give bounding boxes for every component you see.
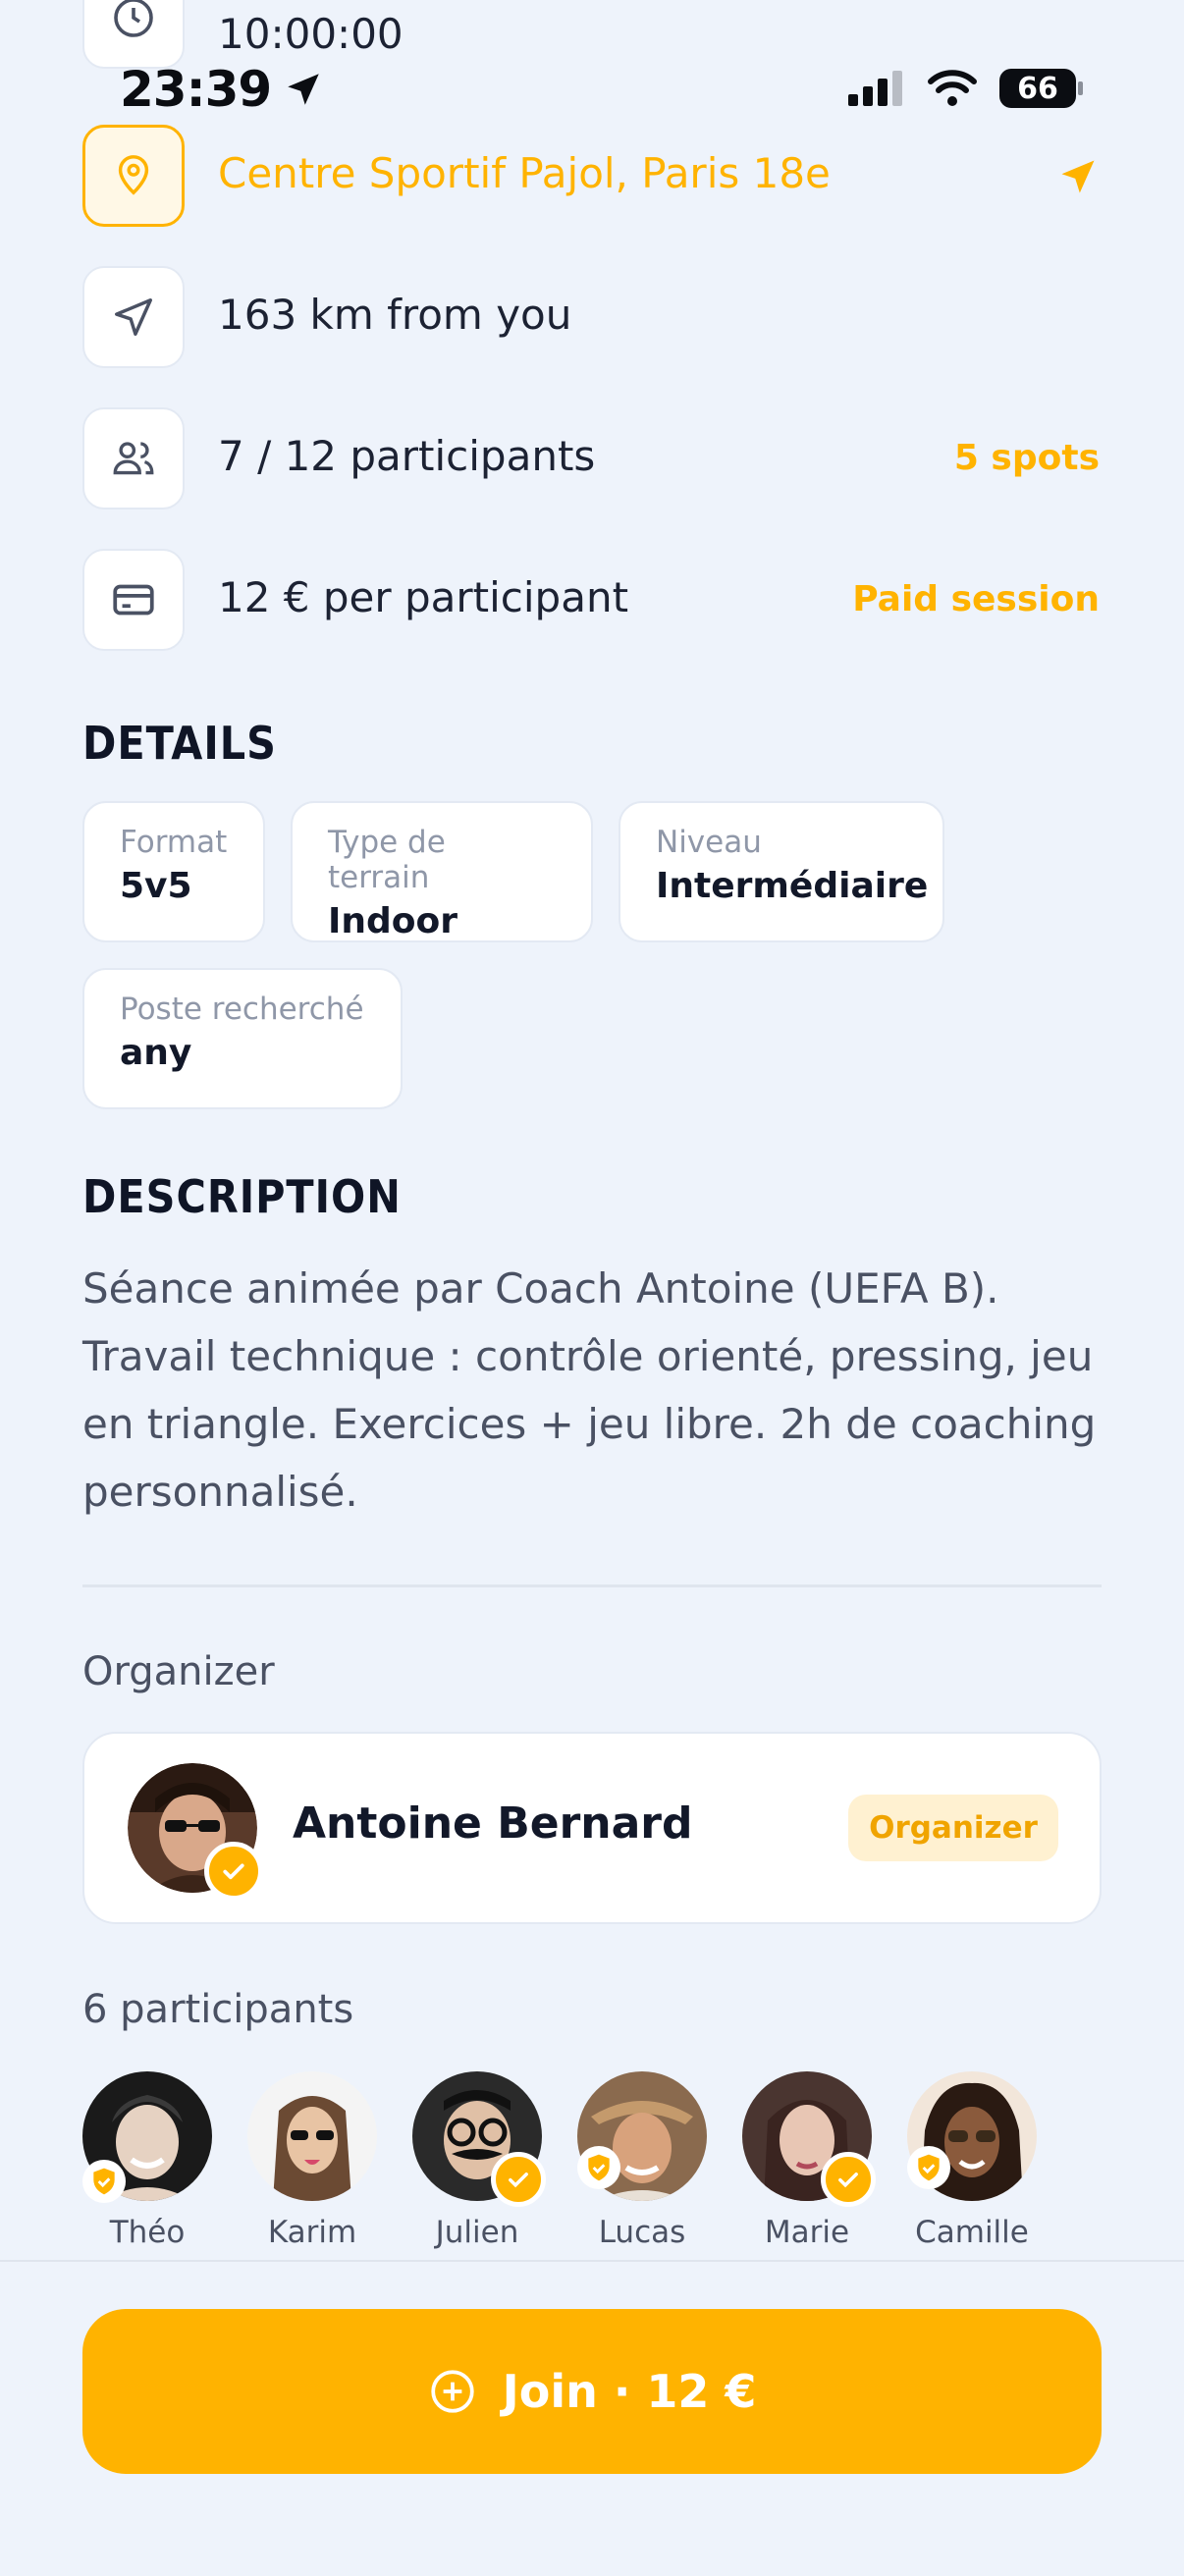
- participant-name: Julien: [435, 2215, 519, 2250]
- participant-item[interactable]: Karim: [247, 2071, 385, 2258]
- participant-name: Camille: [915, 2215, 1029, 2250]
- verified-badge: [204, 1842, 263, 1901]
- location-arrow-icon: [288, 74, 319, 105]
- check-icon: [223, 1863, 244, 1880]
- join-button-label: Join · 12 €: [502, 2365, 757, 2418]
- chip-label: Format: [120, 825, 228, 860]
- battery-level: 66: [1017, 71, 1058, 106]
- chip-label: Poste recherché: [120, 992, 364, 1027]
- price-text: 12 € per participant: [218, 573, 629, 621]
- navigate-icon[interactable]: [1056, 155, 1100, 198]
- chip-label: Niveau: [656, 825, 762, 860]
- location-pin-icon-box: [82, 125, 185, 227]
- chip-value: any: [120, 1033, 192, 1073]
- distance-text: 163 km from you: [218, 291, 572, 339]
- chip-label: Type de terrain: [328, 825, 446, 895]
- location-pin-icon: [118, 155, 149, 195]
- organizer-name: Antoine Bernard: [293, 1798, 693, 1849]
- status-indicators: 66: [848, 69, 1083, 108]
- section-divider: [82, 1584, 1102, 1587]
- participants-section-label: 6 participants: [82, 1987, 354, 2032]
- detail-chip-terrain: Type de terrain Indoor: [291, 801, 593, 942]
- verified-shield-icon: [93, 2168, 115, 2195]
- participant-name: Karim: [267, 2215, 357, 2250]
- participants-list: Théo Karim Julien Lucas Marie Camille: [82, 2071, 1103, 2258]
- participant-item[interactable]: Lucas: [577, 2071, 715, 2258]
- participants-icon-box: [82, 407, 185, 510]
- detail-chip-position: Poste recherché any: [82, 968, 403, 1109]
- check-icon: [509, 2173, 528, 2188]
- participant-name: Lucas: [598, 2215, 686, 2250]
- participant-name: Théo: [109, 2215, 186, 2250]
- join-button[interactable]: Join · 12 €: [82, 2309, 1102, 2474]
- participant-name: Marie: [764, 2215, 850, 2250]
- verified-shield-icon: [588, 2154, 610, 2181]
- wifi-icon: [928, 70, 977, 106]
- verified-badge: [491, 2152, 546, 2207]
- participant-avatar: [577, 2071, 707, 2201]
- battery-indicator: 66: [999, 69, 1083, 108]
- verified-badge: [577, 2146, 620, 2189]
- participant-avatar: [742, 2071, 876, 2207]
- description-heading: DESCRIPTION: [82, 1170, 402, 1223]
- organizer-avatar: [128, 1763, 263, 1901]
- clock-icon: [114, 0, 153, 37]
- organizer-badge: Organizer: [848, 1795, 1058, 1861]
- chip-value: Indoor: [328, 901, 458, 941]
- participant-item[interactable]: Théo: [82, 2071, 220, 2258]
- status-time-text: 23:39: [120, 61, 272, 118]
- participant-avatar: [247, 2071, 377, 2201]
- chip-value: 5v5: [120, 866, 192, 906]
- chip-value: Intermédiaire: [656, 866, 929, 906]
- participant-item[interactable]: Camille: [907, 2071, 1045, 2258]
- price-icon-box: [82, 549, 185, 651]
- paid-session-tag: Paid session: [852, 579, 1100, 619]
- verified-badge: [907, 2146, 950, 2189]
- users-icon: [113, 442, 154, 475]
- clock-icon-box: [82, 0, 185, 69]
- cellular-signal-icon: [848, 71, 902, 106]
- verified-shield-icon: [918, 2154, 940, 2181]
- location-link[interactable]: Centre Sportif Pajol, Paris 18e: [218, 149, 831, 197]
- credit-card-icon: [113, 584, 154, 616]
- navigation-arrow-icon: [115, 298, 152, 336]
- participant-item[interactable]: Marie: [742, 2071, 880, 2258]
- participant-item[interactable]: Julien: [412, 2071, 550, 2258]
- description-text: Séance animée par Coach Antoine (UEFA B)…: [82, 1264, 1097, 1516]
- detail-chip-format: Format 5v5: [82, 801, 265, 942]
- details-heading: DETAILS: [82, 717, 277, 770]
- check-icon: [838, 2173, 858, 2188]
- organizer-section-label: Organizer: [82, 1649, 275, 1694]
- detail-chip-level: Niveau Intermédiaire: [619, 801, 944, 942]
- verified-badge: [821, 2152, 876, 2207]
- participant-avatar: [82, 2071, 212, 2203]
- participant-avatar: [412, 2071, 546, 2207]
- participants-count: 7 / 12 participants: [218, 432, 596, 480]
- participant-photo: [247, 2071, 377, 2201]
- spots-left-badge: 5 spots: [953, 438, 1100, 478]
- start-time: 10:00:00: [218, 10, 404, 58]
- distance-icon-box: [82, 266, 185, 368]
- plus-circle-icon: [430, 2370, 474, 2413]
- organizer-card[interactable]: Antoine Bernard Organizer: [82, 1732, 1102, 1924]
- verified-badge: [82, 2160, 126, 2203]
- participant-avatar: [907, 2071, 1037, 2201]
- status-time: 23:39: [120, 61, 324, 118]
